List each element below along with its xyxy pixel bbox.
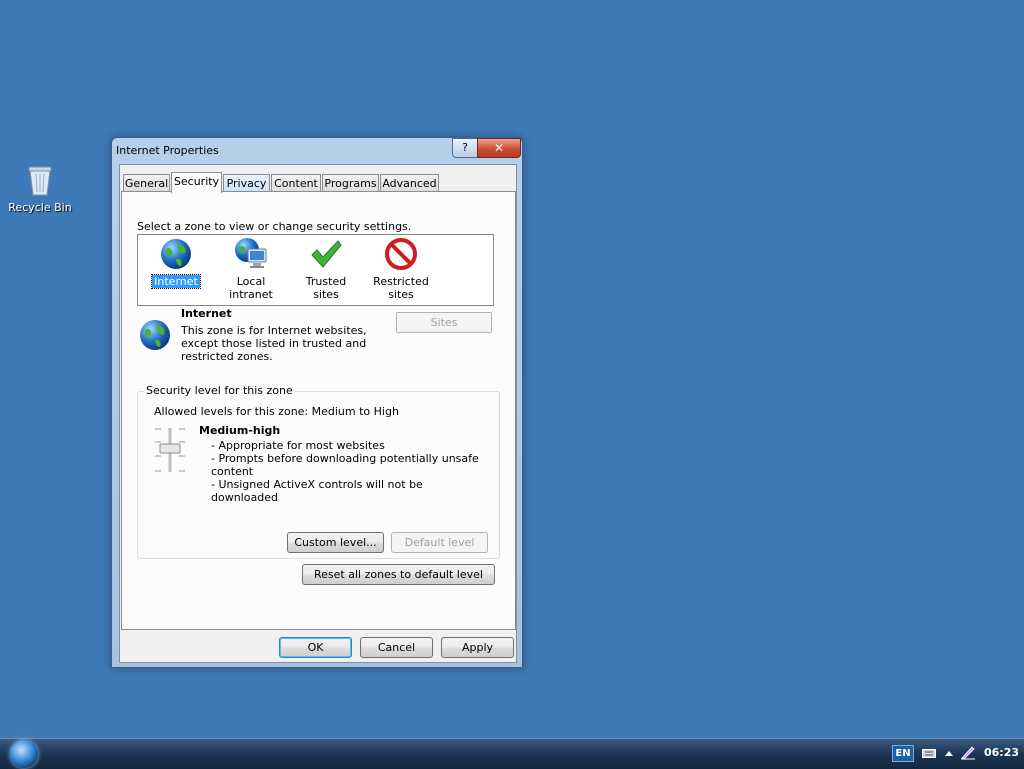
group-title: Security level for this zone [144, 384, 295, 397]
zone-list: Internet Local intranet Trusted sites Re… [137, 234, 494, 306]
security-level-group: Security level for this zone Allowed lev… [137, 384, 500, 559]
show-hidden-icons-icon[interactable] [944, 749, 954, 757]
local-intranet-icon [235, 238, 267, 268]
level-note: - Appropriate for most websites [211, 439, 385, 452]
internet-properties-dialog: Internet Properties ? ✕ General Security… [111, 137, 523, 668]
dialog-client-area: General Security Privacy Content Program… [119, 164, 517, 663]
recycle-bin-icon [28, 166, 52, 196]
security-level-slider[interactable] [153, 426, 187, 474]
zone-internet[interactable]: Internet [140, 237, 212, 289]
zone-label: Trusted sites [305, 275, 347, 301]
help-button[interactable]: ? [452, 138, 478, 158]
recycle-bin-label: Recycle Bin [8, 201, 72, 214]
tab-general[interactable]: General [123, 174, 170, 192]
apply-button[interactable]: Apply [441, 637, 514, 658]
globe-icon [161, 239, 191, 269]
ok-button[interactable]: OK [279, 637, 352, 658]
checkmark-icon [311, 240, 342, 268]
window-title: Internet Properties [116, 144, 219, 157]
pen-tablet-icon[interactable] [960, 744, 976, 760]
tab-programs[interactable]: Programs [322, 174, 379, 192]
keyboard-icon[interactable] [922, 747, 936, 759]
zone-restricted-sites[interactable]: Restricted sites [365, 237, 437, 301]
title-bar[interactable]: Internet Properties ? ✕ [112, 138, 522, 162]
zone-label: Restricted sites [373, 275, 429, 301]
security-level-notes: - Appropriate for most websites - Prompt… [211, 439, 491, 504]
default-level-button[interactable]: Default level [391, 532, 488, 553]
zone-label: Local intranet [229, 275, 273, 301]
tab-content[interactable]: Content [271, 174, 321, 192]
sites-button[interactable]: Sites [396, 312, 492, 333]
tab-privacy[interactable]: Privacy [223, 174, 270, 192]
level-note: - Unsigned ActiveX controls will not be … [211, 478, 423, 504]
security-tab-panel: Select a zone to view or change security… [121, 191, 516, 630]
security-level-name: Medium-high [199, 424, 281, 437]
tab-security[interactable]: Security [171, 172, 222, 193]
zone-caption: Select a zone to view or change security… [137, 220, 412, 233]
slider-thumb [159, 443, 181, 454]
restricted-icon [385, 238, 417, 270]
zone-label: Internet [151, 274, 201, 289]
close-button[interactable]: ✕ [477, 138, 521, 158]
start-button[interactable] [10, 740, 38, 768]
level-note: - Prompts before downloading potentially… [211, 452, 479, 478]
zone-trusted-sites[interactable]: Trusted sites [290, 237, 362, 301]
globe-icon [140, 320, 170, 350]
tab-advanced[interactable]: Advanced [380, 174, 439, 192]
cancel-button[interactable]: Cancel [360, 637, 433, 658]
custom-level-button[interactable]: Custom level... [287, 532, 384, 553]
zone-description: This zone is for Internet websites, exce… [181, 324, 367, 363]
taskbar [0, 738, 1024, 769]
reset-all-zones-button[interactable]: Reset all zones to default level [302, 564, 495, 585]
taskbar-clock[interactable]: 06:23 [984, 746, 1019, 759]
zone-name: Internet [181, 307, 232, 320]
allowed-levels: Allowed levels for this zone: Medium to … [154, 405, 399, 418]
language-indicator[interactable]: EN [892, 745, 914, 762]
zone-local-intranet[interactable]: Local intranet [215, 237, 287, 301]
recycle-bin-shortcut[interactable]: Recycle Bin [6, 164, 74, 214]
